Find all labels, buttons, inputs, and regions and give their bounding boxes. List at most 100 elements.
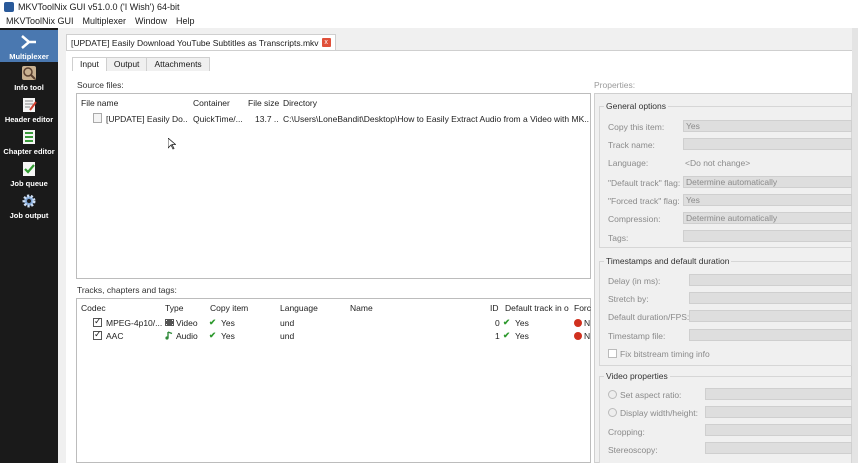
menu-mkvtoolnix[interactable]: MKVToolNix GUI [6,16,74,26]
track-checkbox[interactable] [93,329,102,340]
right-edge-scrollbar[interactable] [852,28,858,463]
display-size-input[interactable] [705,406,852,418]
timestamp-file-input[interactable] [689,329,852,341]
cropping-input[interactable] [705,424,852,436]
sidebar-item-chapter-editor[interactable]: Chapter editor [0,128,58,158]
track-name-label: Track name: [608,140,655,150]
sidebar-label-multiplexer: Multiplexer [9,52,49,61]
file-size-cell: 13.7 ... [255,114,279,124]
sidebar-label-header-editor: Header editor [4,115,54,124]
language-value[interactable]: <Do not change> [685,158,750,168]
tracks-list[interactable]: Codec Type Copy item Language Name ID De… [76,298,591,463]
close-icon[interactable]: x [321,38,331,47]
source-files-list[interactable]: File name Container File size Directory … [76,93,591,279]
aspect-ratio-input[interactable] [705,388,852,400]
tab-input[interactable]: Input [72,57,107,71]
sidebar-item-multiplexer[interactable]: Multiplexer [0,30,58,62]
sidebar-label-job-output: Job output [9,211,49,220]
codec-cell: MPEG-4p10/... [106,318,162,328]
column-header-type[interactable]: Type [165,303,183,313]
video-properties-title: Video properties [604,371,670,381]
fix-bitstream-checkbox[interactable] [608,349,617,358]
file-name-cell: [UPDATE] Easily Do... [106,114,188,124]
column-header-name[interactable]: Name [350,303,373,313]
copy-item-select[interactable]: Yes [683,120,852,132]
multiplexer-icon [21,35,36,49]
stereoscopy-select[interactable] [705,442,852,454]
sidebar-label-chapter-editor: Chapter editor [3,147,55,156]
sidebar-item-job-queue[interactable]: Job queue [0,160,58,190]
language-label: Language: [608,158,649,168]
tags-input[interactable] [683,230,852,242]
id-cell: 1 [495,331,500,341]
forced-flag-select[interactable]: Yes [683,194,852,206]
document-tab[interactable]: [UPDATE] Easily Download YouTube Subtitl… [66,34,336,50]
info-tool-icon [22,66,36,80]
fix-bitstream-label: Fix bitstream timing info [620,349,710,359]
document-tab-title: [UPDATE] Easily Download YouTube Subtitl… [71,37,319,48]
column-header-default-track[interactable]: Default track in o [505,303,571,313]
sidebar-item-header-editor[interactable]: Header editor [0,96,58,126]
tab-output[interactable]: Output [105,57,148,71]
forced-cell: N [584,331,591,341]
track-name-input[interactable] [683,138,852,150]
video-track-icon [165,319,174,326]
sidebar-item-info-tool[interactable]: Info tool [0,64,58,94]
directory-cell: C:\Users\LoneBandit\Desktop\How to Easil… [283,114,589,124]
sidebar-label-info-tool: Info tool [14,83,44,92]
display-size-radio[interactable] [608,408,617,417]
language-cell: und [280,318,295,328]
column-header-copy-item[interactable]: Copy item [210,303,248,313]
mouse-cursor [167,137,177,153]
header-editor-icon [23,98,37,112]
column-header-language[interactable]: Language [280,303,318,313]
cropping-label: Cropping: [608,427,645,437]
sidebar-label-job-queue: Job queue [10,179,48,188]
menu-help[interactable]: Help [176,16,195,26]
default-duration-label: Default duration/FPS: [608,312,690,322]
forced-cell: N [584,318,591,328]
track-checkbox[interactable] [93,316,102,327]
forced-flag-label: "Forced track" flag: [608,196,680,206]
column-header-codec[interactable]: Codec [81,303,106,313]
copy-item-label: Copy this item: [608,122,665,132]
menu-multiplexer[interactable]: Multiplexer [83,16,127,26]
menu-window[interactable]: Window [135,16,167,26]
check-icon: ✔ [503,330,511,340]
file-icon [93,113,102,123]
stretch-input[interactable] [689,292,852,304]
id-cell: 0 [495,318,500,328]
container-cell: QuickTime/... [193,114,243,124]
column-header-file-name[interactable]: File name [81,98,118,108]
tags-label: Tags: [608,233,629,243]
aspect-ratio-radio[interactable] [608,390,617,399]
no-icon [574,332,582,340]
column-header-container[interactable]: Container [193,98,230,108]
column-header-directory[interactable]: Directory [283,98,317,108]
stereoscopy-label: Stereoscopy: [608,445,658,455]
default-track-cell: Yes [515,318,529,328]
check-icon: ✔ [503,317,511,327]
compression-label: Compression: [608,214,661,224]
tab-attachments[interactable]: Attachments [146,57,210,71]
sidebar-item-job-output[interactable]: Job output [0,192,58,222]
window-title: MKVToolNix GUI v51.0.0 ('I Wish') 64-bit [18,2,180,12]
default-duration-input[interactable] [689,310,852,322]
stretch-label: Stretch by: [608,294,649,304]
default-flag-select[interactable]: Determine automatically [683,176,852,188]
delay-input[interactable] [689,274,852,286]
compression-select[interactable]: Determine automatically [683,212,852,224]
title-bar: MKVToolNix GUI v51.0.0 ('I Wish') 64-bit [0,0,858,14]
tracks-label: Tracks, chapters and tags: [77,285,177,295]
column-header-forced[interactable]: Forc [574,303,591,313]
menu-bar: MKVToolNix GUI Multiplexer Window Help [0,14,858,28]
column-header-file-size[interactable]: File size [248,98,279,108]
copy-item-cell: Yes [221,331,235,341]
audio-track-icon [165,331,173,340]
column-header-id[interactable]: ID [490,303,499,313]
language-cell: und [280,331,295,341]
type-cell: Audio [176,331,198,341]
aspect-ratio-label: Set aspect ratio: [620,390,682,400]
codec-cell: AAC [106,331,124,341]
source-files-label: Source files: [77,80,124,90]
